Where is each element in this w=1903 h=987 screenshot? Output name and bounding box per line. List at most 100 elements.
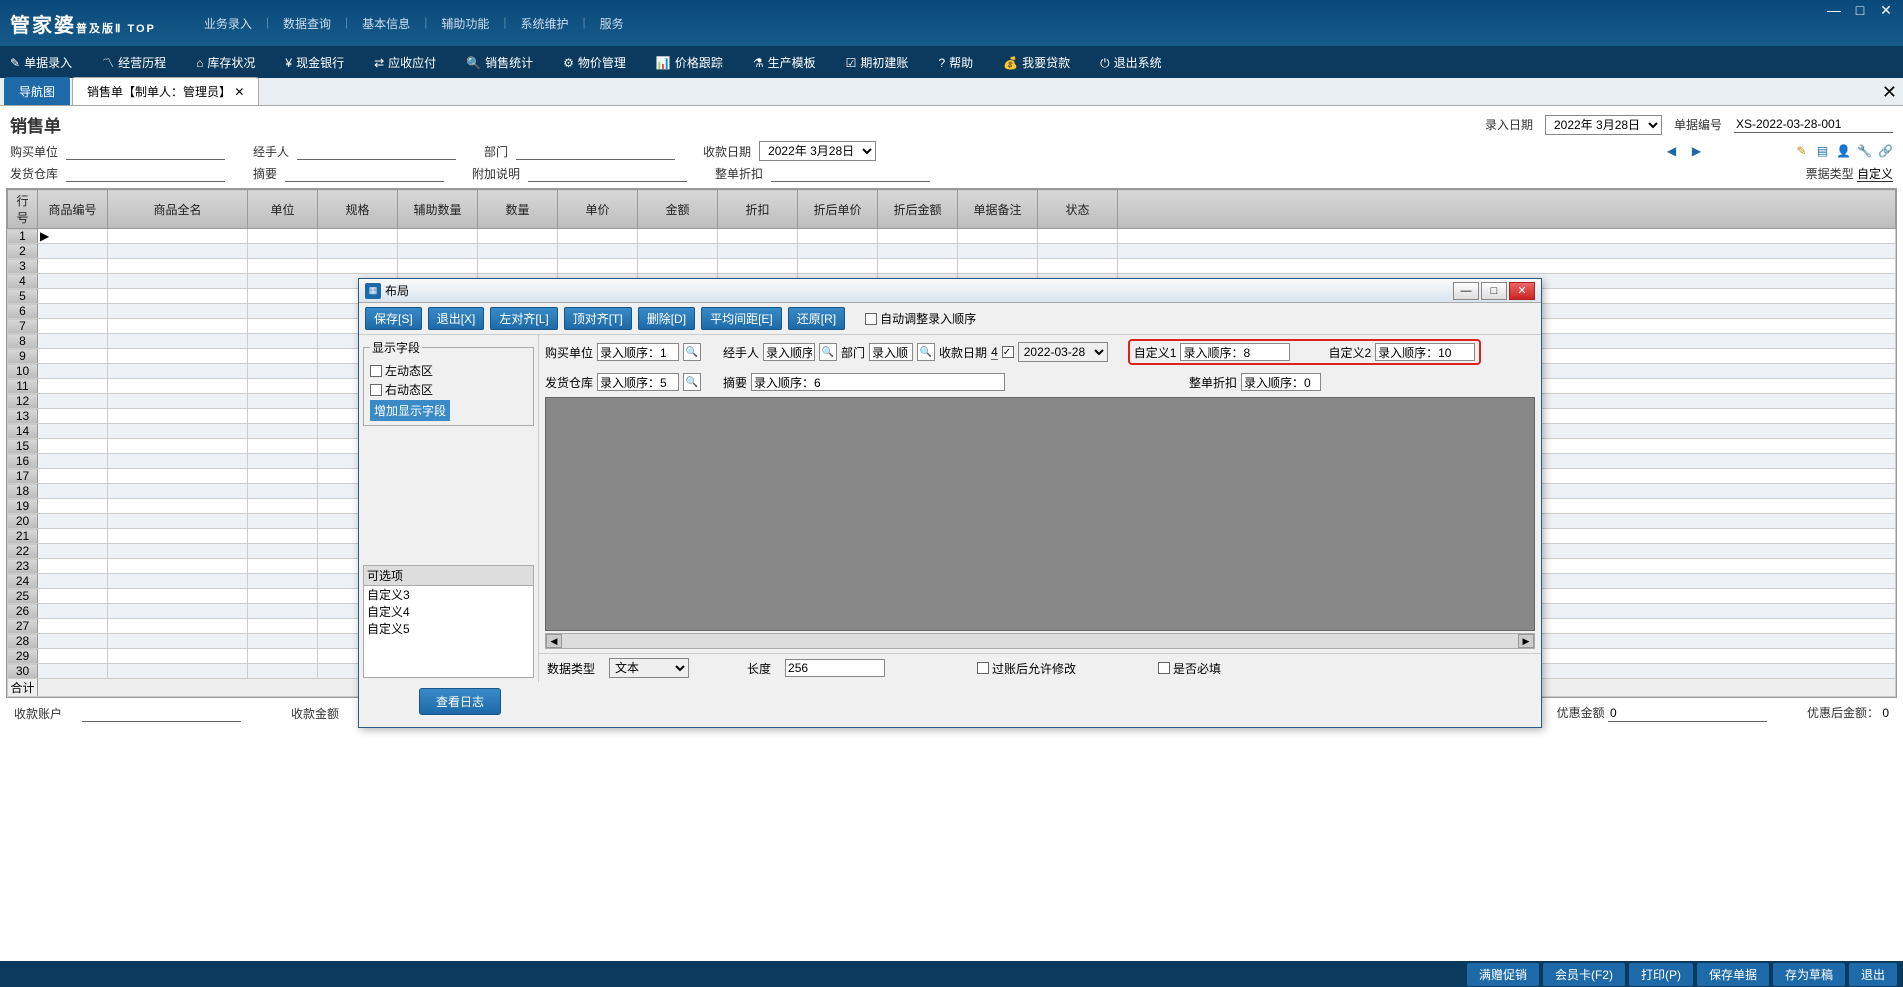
- grid-header-6[interactable]: 数量: [478, 190, 558, 229]
- grid-cell[interactable]: [1118, 229, 1896, 244]
- grid-cell[interactable]: [248, 379, 318, 394]
- scroll-right-icon[interactable]: ▶: [1518, 634, 1534, 648]
- lr-handler-input[interactable]: [763, 343, 815, 361]
- grid-cell[interactable]: [248, 649, 318, 664]
- required-checkbox[interactable]: 是否必填: [1158, 660, 1221, 677]
- grid-cell[interactable]: [318, 244, 398, 259]
- doc-no-field[interactable]: [1734, 116, 1893, 133]
- tb-exit[interactable]: ⏻退出系统: [1100, 54, 1162, 71]
- grid-cell[interactable]: [958, 244, 1038, 259]
- grid-cell[interactable]: [108, 349, 248, 364]
- tab-nav-map[interactable]: 导航图: [4, 77, 70, 105]
- tb-opening[interactable]: ☑期初建账: [846, 54, 909, 71]
- grid-cell[interactable]: [248, 664, 318, 679]
- dialog-close-button[interactable]: ✕: [1509, 282, 1535, 300]
- sb-exit[interactable]: 退出: [1849, 963, 1897, 986]
- menu-sys-maint[interactable]: 系统维护: [512, 15, 576, 32]
- edit-icon[interactable]: ✎: [1794, 144, 1809, 159]
- option-custom5[interactable]: 自定义5: [364, 620, 533, 637]
- grid-cell[interactable]: [398, 244, 478, 259]
- grid-header-4[interactable]: 规格: [318, 190, 398, 229]
- grid-header-13[interactable]: 状态: [1038, 190, 1118, 229]
- grid-cell[interactable]: [108, 229, 248, 244]
- tb-loan[interactable]: 💰我要贷款: [1003, 54, 1070, 71]
- grid-cell[interactable]: [38, 514, 108, 529]
- grid-cell[interactable]: [38, 244, 108, 259]
- sb-promo[interactable]: 满赠促销: [1467, 963, 1539, 986]
- grid-cell[interactable]: [38, 289, 108, 304]
- lr-summary-input[interactable]: [751, 373, 1005, 391]
- scroll-left-icon[interactable]: ◀: [546, 634, 562, 648]
- grid-cell[interactable]: [38, 499, 108, 514]
- tb-stock[interactable]: ⌂库存状况: [196, 54, 255, 71]
- grid-cell[interactable]: [248, 334, 318, 349]
- dialog-titlebar[interactable]: ▦ 布局 — □ ✕: [359, 279, 1541, 303]
- grid-cell[interactable]: [38, 424, 108, 439]
- menu-data-query[interactable]: 数据查询: [275, 15, 339, 32]
- grid-cell[interactable]: [248, 304, 318, 319]
- lr-custom2-input[interactable]: [1375, 343, 1475, 361]
- grid-header-9[interactable]: 折扣: [718, 190, 798, 229]
- grid-cell[interactable]: [38, 559, 108, 574]
- grid-cell[interactable]: [398, 259, 478, 274]
- grid-cell[interactable]: [248, 499, 318, 514]
- grid-cell[interactable]: [248, 544, 318, 559]
- lookup-icon[interactable]: 🔍: [683, 373, 701, 391]
- table-row[interactable]: 1▶: [8, 229, 1896, 244]
- disc-amt-field[interactable]: [1608, 705, 1767, 722]
- grid-header-10[interactable]: 折后单价: [798, 190, 878, 229]
- grid-cell[interactable]: [248, 589, 318, 604]
- grid-cell[interactable]: [248, 514, 318, 529]
- dlg-align-top-button[interactable]: 顶对齐[T]: [564, 307, 632, 330]
- length-input[interactable]: [785, 659, 885, 677]
- grid-cell[interactable]: [558, 229, 638, 244]
- grid-cell[interactable]: [38, 589, 108, 604]
- lr-recvdate-select[interactable]: 2022-03-28: [1018, 342, 1108, 362]
- grid-cell[interactable]: [638, 229, 718, 244]
- close-button[interactable]: ✕: [1877, 2, 1895, 19]
- grid-cell[interactable]: [38, 334, 108, 349]
- grid-header-12[interactable]: 单据备注: [958, 190, 1038, 229]
- grid-cell[interactable]: [248, 364, 318, 379]
- grid-cell[interactable]: [108, 304, 248, 319]
- grid-cell[interactable]: [108, 454, 248, 469]
- grid-cell[interactable]: [38, 529, 108, 544]
- grid-cell[interactable]: [108, 424, 248, 439]
- lookup-icon[interactable]: 🔍: [683, 343, 701, 361]
- maximize-button[interactable]: □: [1851, 2, 1869, 19]
- grid-cell[interactable]: [38, 574, 108, 589]
- tb-prod-tpl[interactable]: ⚗生产模板: [753, 54, 816, 71]
- grid-cell[interactable]: [878, 229, 958, 244]
- table-row[interactable]: 2: [8, 244, 1896, 259]
- tb-help[interactable]: ?帮助: [938, 54, 973, 71]
- menu-biz-input[interactable]: 业务录入: [196, 15, 260, 32]
- tabs-close-all[interactable]: ✕: [1882, 82, 1897, 103]
- grid-cell[interactable]: [108, 394, 248, 409]
- grid-cell[interactable]: [798, 259, 878, 274]
- grid-cell[interactable]: [248, 409, 318, 424]
- grid-cell[interactable]: [38, 394, 108, 409]
- grid-cell[interactable]: [38, 469, 108, 484]
- grid-cell[interactable]: [108, 469, 248, 484]
- grid-header-1[interactable]: 商品编号: [38, 190, 108, 229]
- grid-cell[interactable]: [108, 244, 248, 259]
- grid-cell[interactable]: [248, 244, 318, 259]
- grid-cell[interactable]: [38, 664, 108, 679]
- grid-cell[interactable]: [108, 604, 248, 619]
- grid-cell[interactable]: [108, 664, 248, 679]
- grid-cell[interactable]: [478, 259, 558, 274]
- grid-cell[interactable]: [248, 634, 318, 649]
- allow-edit-checkbox[interactable]: 过账后允许修改: [977, 660, 1076, 677]
- grid-cell[interactable]: [248, 259, 318, 274]
- summary-field[interactable]: [285, 165, 444, 182]
- grid-cell[interactable]: [718, 259, 798, 274]
- grid-cell[interactable]: [108, 409, 248, 424]
- minimize-button[interactable]: —: [1825, 2, 1843, 19]
- dlg-avg-space-button[interactable]: 平均间距[E]: [701, 307, 782, 330]
- grid-cell[interactable]: [248, 424, 318, 439]
- grid-header-0[interactable]: 行号: [8, 190, 38, 229]
- user-icon[interactable]: 👤: [1836, 144, 1851, 159]
- warehouse-field[interactable]: [66, 165, 225, 182]
- dlg-exit-button[interactable]: 退出[X]: [428, 307, 485, 330]
- grid-cell[interactable]: [558, 259, 638, 274]
